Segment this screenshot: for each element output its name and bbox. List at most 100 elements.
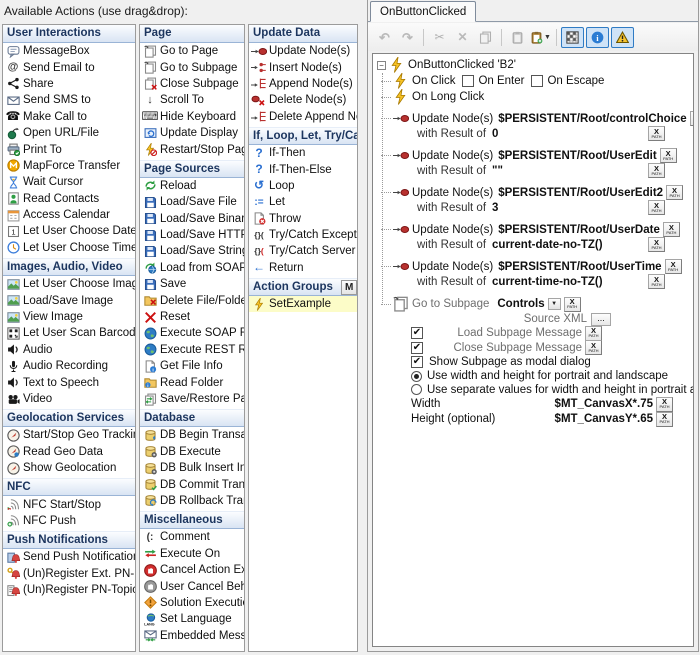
action-item[interactable]: Access Calendar <box>3 207 135 223</box>
xpath-button[interactable]: XPATH <box>585 326 602 341</box>
size-mode-radio[interactable] <box>411 371 422 382</box>
action-item[interactable]: ↺Loop <box>249 178 357 194</box>
tree-event-row[interactable]: On ClickOn EnterOn Escape <box>373 73 693 89</box>
action-item[interactable]: :=Let <box>249 194 357 210</box>
action-item[interactable]: Embedded Messa <box>140 628 244 644</box>
tree-result-row[interactable]: with Result of3XPATH <box>373 200 693 215</box>
toolbar-info-button[interactable]: i <box>586 27 609 48</box>
load-subpage-message-checkbox[interactable]: ✔ <box>411 327 423 339</box>
xpath-button[interactable]: XPATH <box>656 412 673 427</box>
xpath-button[interactable]: XPATH <box>666 185 683 200</box>
toolbar-copy-button[interactable] <box>474 27 497 48</box>
tree-root-row[interactable]: −OnButtonClicked 'B2' <box>373 57 693 73</box>
action-item[interactable]: Audio Recording <box>3 358 135 374</box>
action-item[interactable]: Show Geolocation <box>3 460 135 476</box>
action-item[interactable]: DB Commit Transa <box>140 476 244 492</box>
action-item[interactable]: Insert Node(s) <box>249 59 357 75</box>
action-item[interactable]: Let User Choose Image <box>3 276 135 292</box>
action-item[interactable]: Load/Save String <box>140 243 244 259</box>
action-item[interactable]: Execute REST Req <box>140 342 244 358</box>
action-item[interactable]: ☎Make Call to <box>3 109 135 125</box>
toolbar-paste-button[interactable] <box>506 27 529 48</box>
xpath-button[interactable]: XPATH <box>648 237 665 252</box>
action-item[interactable]: Update Display <box>140 125 244 141</box>
action-item[interactable]: Video <box>3 391 135 407</box>
action-item[interactable]: View Image <box>3 309 135 325</box>
action-item[interactable]: MessageBox <box>3 43 135 59</box>
action-item[interactable]: Load/Save HTTP/F <box>140 227 244 243</box>
action-item[interactable]: Execute SOAP Req <box>140 325 244 341</box>
toolbar-delete-button[interactable]: ✕ <box>451 27 474 48</box>
subpage-dropdown-button[interactable]: ▼ <box>548 298 561 310</box>
action-item[interactable]: Let User Scan Barcode <box>3 325 135 341</box>
action-item[interactable]: Read Geo Data <box>3 444 135 460</box>
action-item[interactable]: {}(Try/Catch Exceptions <box>249 227 357 243</box>
action-item[interactable]: NFC Start/Stop <box>3 496 135 512</box>
tab-onbuttonclicked[interactable]: OnButtonClicked <box>370 1 476 22</box>
action-item[interactable]: Throw <box>249 211 357 227</box>
xpath-button[interactable]: XPATH <box>660 148 677 163</box>
xpath-button[interactable]: XPATH <box>648 200 665 215</box>
action-item[interactable]: Text to Speech <box>3 374 135 390</box>
action-item[interactable]: Restart/Stop Page <box>140 141 244 157</box>
action-item[interactable]: Send Push Notification <box>3 549 135 565</box>
action-item[interactable]: Delete Append Nod <box>249 109 357 125</box>
toolbar-warning-button[interactable] <box>611 27 634 48</box>
tree-action-row[interactable]: Update Node(s)$PERSISTENT/Root/controlCh… <box>373 111 693 126</box>
action-item[interactable]: Update Node(s) <box>249 43 357 59</box>
action-item[interactable]: ←Return <box>249 260 357 276</box>
action-item[interactable]: Share <box>3 76 135 92</box>
tree-action-row[interactable]: Update Node(s)$PERSISTENT/Root/UserDateX… <box>373 222 693 237</box>
action-item[interactable]: Reset <box>140 309 244 325</box>
on-enter-checkbox[interactable] <box>462 75 474 87</box>
action-item[interactable]: Wait Cursor <box>3 174 135 190</box>
xpath-button[interactable]: XPATH <box>564 297 581 312</box>
tree-event-row[interactable]: On Long Click <box>373 89 693 105</box>
action-item[interactable]: Load from SOAP <box>140 260 244 276</box>
toolbar-redo-button[interactable]: ↷ <box>396 27 419 48</box>
tree-action-row[interactable]: Update Node(s)$PERSISTENT/Root/UserTimeX… <box>373 259 693 274</box>
action-item[interactable]: NFC Push <box>3 513 135 529</box>
browse-button[interactable]: ... <box>591 313 611 326</box>
action-item[interactable]: ?If-Then-Else <box>249 161 357 177</box>
action-item[interactable]: MapForce Transfer <box>3 158 135 174</box>
action-item[interactable]: DB Bulk Insert Int <box>140 460 244 476</box>
action-item[interactable]: Solution Executio <box>140 595 244 611</box>
show-subpage-modal-checkbox[interactable]: ✔ <box>411 356 423 368</box>
action-item[interactable]: ⌨Hide Keyboard <box>140 109 244 125</box>
tree-result-row[interactable]: with Result ofcurrent-date-no-TZ()XPATH <box>373 237 693 252</box>
tree-result-row[interactable]: with Result of""XPATH <box>373 163 693 178</box>
action-item[interactable]: (:Comment <box>140 529 244 545</box>
action-item[interactable]: Save <box>140 276 244 292</box>
xpath-button[interactable]: XPATH <box>585 340 602 355</box>
action-item[interactable]: (Un)Register PN-Topics <box>3 582 135 598</box>
manage-groups-button[interactable]: M <box>341 280 357 295</box>
tree-result-row[interactable]: with Result ofcurrent-time-no-TZ()XPATH <box>373 274 693 289</box>
action-item[interactable]: Close Subpage <box>140 76 244 92</box>
action-item[interactable]: Delete File/Folder <box>140 292 244 308</box>
action-item[interactable]: Audio <box>3 342 135 358</box>
action-item[interactable]: Read Contacts <box>3 191 135 207</box>
xpath-button[interactable]: XPATH <box>648 163 665 178</box>
action-item[interactable]: Open URL/File <box>3 125 135 141</box>
action-item[interactable]: @Send Email to <box>3 59 135 75</box>
xpath-button[interactable]: XPATH <box>663 222 680 237</box>
action-item[interactable]: Delete Node(s) <box>249 92 357 108</box>
action-item[interactable]: Go to Page <box>140 43 244 59</box>
xpath-button[interactable]: XPATH <box>648 126 665 141</box>
action-item[interactable]: Send SMS to <box>3 92 135 108</box>
action-item[interactable]: Execute On <box>140 546 244 562</box>
action-item[interactable]: Go to Subpage <box>140 59 244 75</box>
tree-action-row[interactable]: Update Node(s)$PERSISTENT/Root/UserEditX… <box>373 148 693 163</box>
action-item[interactable]: iGet File Info <box>140 358 244 374</box>
toolbar-undo-button[interactable]: ↶ <box>373 27 396 48</box>
tree-goto-subpage-row[interactable]: Go to SubpageControls▼XPATH <box>373 296 693 312</box>
action-item[interactable]: DB Begin Transac <box>140 427 244 443</box>
action-item[interactable]: ?If-Then <box>249 145 357 161</box>
size-mode-radio[interactable] <box>411 384 422 395</box>
action-item[interactable]: Append Node(s) <box>249 76 357 92</box>
collapse-expander[interactable]: − <box>377 61 386 70</box>
tree-action-row[interactable]: Update Node(s)$PERSISTENT/Root/UserEdit2… <box>373 185 693 200</box>
xpath-button[interactable]: XPATH <box>648 274 665 289</box>
toolbar-paste-append-button[interactable]: ▼ <box>529 27 552 48</box>
